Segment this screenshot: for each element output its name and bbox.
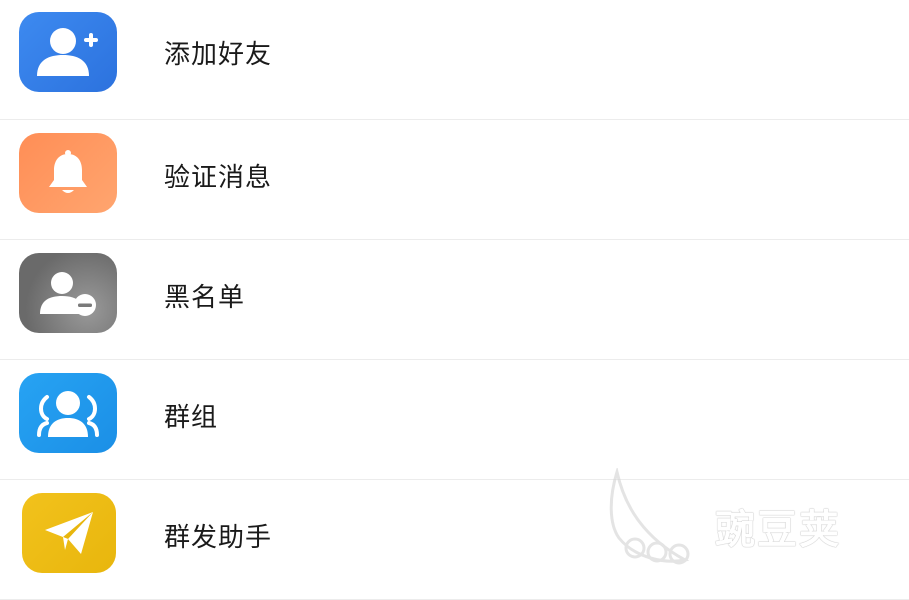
add-friend-icon-tile xyxy=(19,12,117,92)
menu-item-groups[interactable]: 群组 xyxy=(0,360,909,480)
menu-item-verification-messages[interactable]: 验证消息 xyxy=(0,120,909,240)
blacklist-icon-tile xyxy=(19,253,117,333)
verification-icon-tile xyxy=(19,133,117,213)
menu-item-add-friend[interactable]: 添加好友 xyxy=(0,0,909,120)
menu-item-label: 群组 xyxy=(164,403,219,433)
menu-item-label: 添加好友 xyxy=(164,40,273,70)
menu-item-blacklist[interactable]: 黑名单 xyxy=(0,240,909,360)
menu-item-label: 群发助手 xyxy=(164,523,273,553)
group-icon xyxy=(37,391,99,437)
paper-plane-icon xyxy=(45,512,93,554)
groups-icon-tile xyxy=(19,373,117,453)
menu-item-label: 黑名单 xyxy=(164,283,246,313)
add-user-icon xyxy=(37,28,98,76)
watermark-text: 豌豆荚 xyxy=(715,507,841,553)
menu-item-label: 验证消息 xyxy=(164,163,273,193)
broadcast-icon-tile xyxy=(22,493,116,573)
blocked-user-icon xyxy=(40,272,96,316)
bell-icon xyxy=(49,150,87,193)
